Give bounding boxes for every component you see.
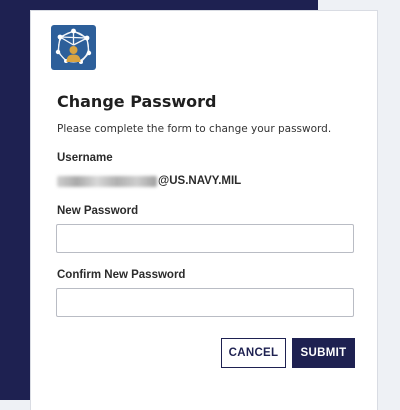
username-label: Username <box>57 152 113 164</box>
cancel-button[interactable]: CANCEL <box>221 338 286 368</box>
submit-button[interactable]: SUBMIT <box>292 338 355 368</box>
username-value: @US.NAVY.MIL <box>57 174 241 188</box>
confirm-password-input[interactable] <box>56 288 354 317</box>
new-password-input[interactable] <box>56 224 354 253</box>
page-title: Change Password <box>57 92 217 111</box>
redacted-username-text <box>57 175 157 187</box>
change-password-card: Change Password Please complete the form… <box>30 10 378 410</box>
new-password-label: New Password <box>57 205 139 217</box>
page-subtitle: Please complete the form to change your … <box>57 123 332 135</box>
network-person-icon <box>51 25 96 70</box>
confirm-password-label: Confirm New Password <box>57 269 186 281</box>
username-domain: @US.NAVY.MIL <box>158 175 242 187</box>
